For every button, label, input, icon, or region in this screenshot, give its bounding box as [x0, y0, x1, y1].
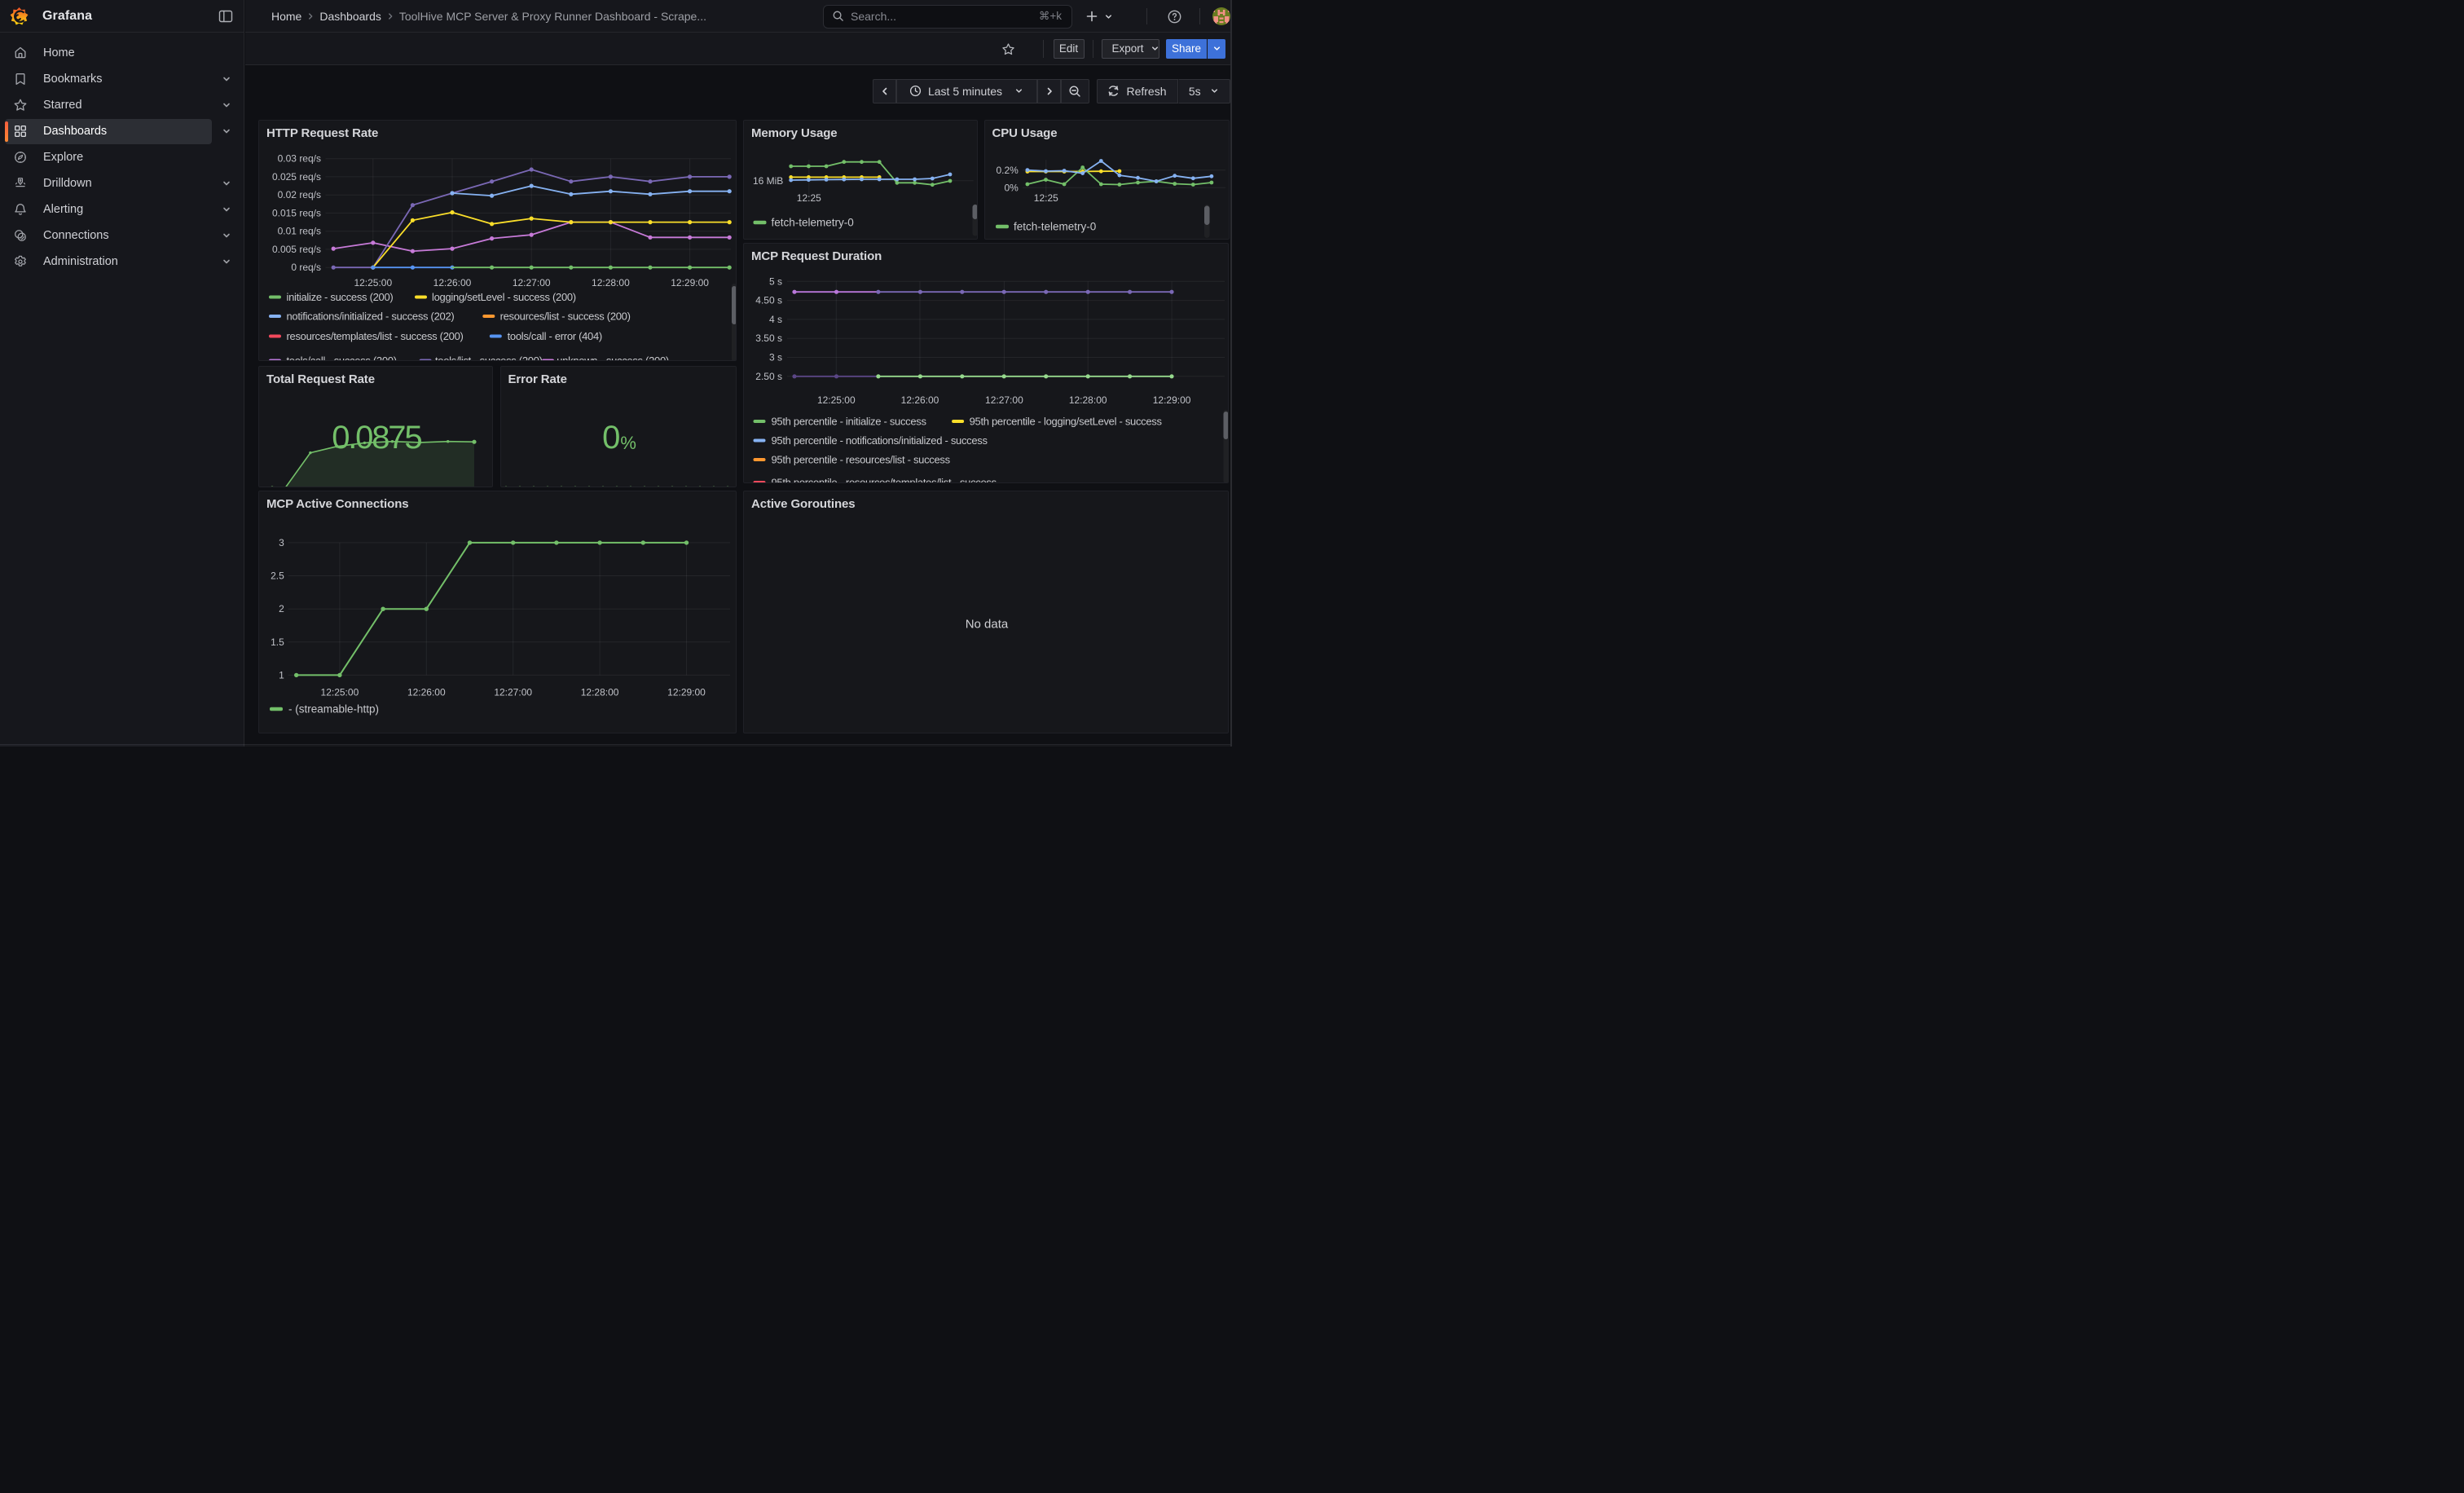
svg-text:tools/call - error (404): tools/call - error (404): [508, 330, 602, 342]
svg-text:12:26:00: 12:26:00: [407, 687, 446, 698]
svg-text:12:28:00: 12:28:00: [592, 277, 630, 288]
svg-text:No data: No data: [966, 618, 1009, 632]
svg-text:95th percentile - initialize -: 95th percentile - initialize - success: [772, 416, 927, 428]
svg-text:resources/templates/list - suc: resources/templates/list - success (200): [287, 330, 464, 342]
svg-text:3 s: 3 s: [769, 352, 782, 363]
svg-text:0.2%: 0.2%: [996, 165, 1019, 176]
svg-text:2: 2: [279, 603, 284, 614]
svg-text:95th percentile - resources/te: 95th percentile - resources/templates/li…: [772, 477, 997, 484]
svg-text:12:25:00: 12:25:00: [354, 277, 392, 288]
svg-text:12:27:00: 12:27:00: [494, 687, 532, 698]
svg-text:0 req/s: 0 req/s: [291, 262, 321, 273]
svg-text:0%: 0%: [1004, 182, 1019, 193]
svg-text:0.02 req/s: 0.02 req/s: [278, 189, 321, 200]
svg-text:notifications/initialized - su: notifications/initialized - success (202…: [287, 310, 455, 323]
svg-text:0.025 req/s: 0.025 req/s: [272, 171, 321, 183]
svg-text:1.5: 1.5: [271, 636, 284, 648]
svg-text:fetch-telemetry-0: fetch-telemetry-0: [772, 217, 854, 229]
svg-text:12:29:00: 12:29:00: [667, 687, 706, 698]
svg-text:12:25:00: 12:25:00: [817, 394, 856, 406]
svg-text:0.015 req/s: 0.015 req/s: [272, 207, 321, 218]
svg-text:12:26:00: 12:26:00: [433, 277, 472, 288]
svg-text:95th percentile - logging/setL: 95th percentile - logging/setLevel - suc…: [970, 416, 1163, 428]
svg-text:12:28:00: 12:28:00: [1069, 394, 1107, 406]
svg-text:initialize - success (200): initialize - success (200): [287, 291, 394, 303]
svg-text:12:29:00: 12:29:00: [1153, 394, 1191, 406]
svg-text:0.005 req/s: 0.005 req/s: [272, 244, 321, 255]
svg-text:3: 3: [279, 537, 284, 548]
svg-text:0.0875: 0.0875: [332, 420, 421, 456]
svg-text:16 MiB: 16 MiB: [753, 175, 783, 187]
svg-text:resources/list - success (200): resources/list - success (200): [500, 310, 631, 323]
svg-text:fetch-telemetry-0: fetch-telemetry-0: [1014, 221, 1096, 233]
svg-text:0%: 0%: [602, 420, 636, 456]
svg-text:95th percentile - notification: 95th percentile - notifications/initiali…: [772, 434, 988, 447]
svg-text:12:25: 12:25: [1033, 192, 1058, 204]
svg-text:3.50 s: 3.50 s: [755, 333, 782, 344]
svg-text:unknown - success (200): unknown - success (200): [557, 355, 669, 361]
svg-text:12:25: 12:25: [797, 192, 821, 204]
svg-text:logging/setLevel - success (20: logging/setLevel - success (200): [432, 291, 576, 303]
svg-text:12:26:00: 12:26:00: [901, 394, 939, 406]
svg-text:tools/list - success (200): tools/list - success (200): [435, 355, 543, 361]
svg-text:12:27:00: 12:27:00: [985, 394, 1023, 406]
svg-text:2.5: 2.5: [271, 570, 284, 582]
svg-text:2.50 s: 2.50 s: [755, 371, 782, 382]
svg-text:5 s: 5 s: [769, 275, 782, 287]
svg-text:0.03 req/s: 0.03 req/s: [278, 153, 321, 165]
svg-text:95th percentile - resources/li: 95th percentile - resources/list - succe…: [772, 454, 951, 466]
svg-text:0.01 req/s: 0.01 req/s: [278, 226, 321, 237]
svg-text:1: 1: [279, 669, 284, 680]
svg-text:12:25:00: 12:25:00: [321, 687, 359, 698]
svg-text:12:29:00: 12:29:00: [671, 277, 709, 288]
svg-text:12:28:00: 12:28:00: [581, 687, 619, 698]
svg-text:4.50 s: 4.50 s: [755, 295, 782, 306]
svg-text:- (streamable-http): - (streamable-http): [288, 703, 379, 716]
svg-text:tools/call - success (200): tools/call - success (200): [287, 355, 397, 361]
svg-text:12:27:00: 12:27:00: [513, 277, 551, 288]
svg-text:4 s: 4 s: [769, 314, 782, 325]
